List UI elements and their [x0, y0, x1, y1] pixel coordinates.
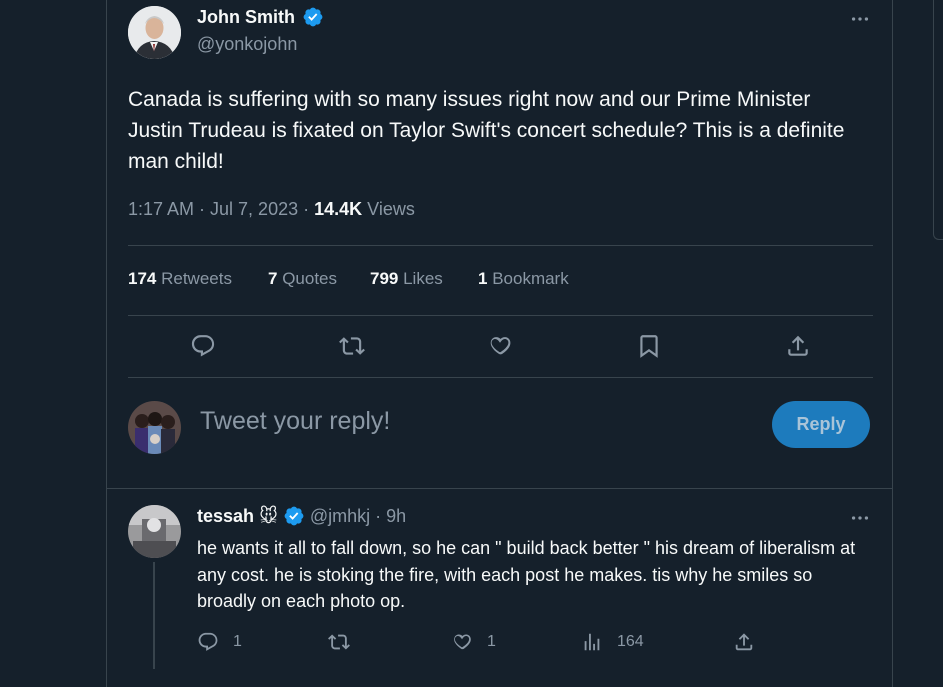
reply-author-handle[interactable]: @jmhkj: [310, 506, 370, 526]
bookmark-icon: [640, 335, 658, 358]
verified-icon: [303, 7, 323, 27]
retweet-icon: [339, 337, 365, 355]
share-icon: [788, 335, 808, 356]
bookmark-button[interactable]: [633, 330, 665, 362]
share-button[interactable]: [782, 330, 814, 362]
scrollbar[interactable]: [933, 0, 943, 240]
more-icon: [851, 516, 869, 520]
reply-views-count: 164: [617, 633, 644, 650]
reply-input[interactable]: Tweet your reply!: [200, 407, 390, 436]
tweet-meta: 1:17 AM · Jul 7, 2023 · 14.4K Views: [128, 199, 415, 220]
reply-replies-count: 1: [233, 633, 242, 650]
more-options-button[interactable]: [844, 3, 876, 35]
views-label: Views: [362, 199, 415, 219]
retweets-count: 174: [128, 269, 157, 288]
reply-like-button[interactable]: 1: [451, 628, 496, 656]
likes-stat[interactable]: 799 Likes: [370, 269, 443, 289]
divider: [128, 377, 873, 378]
author-handle[interactable]: @yonkojohn: [197, 34, 297, 55]
divider: [128, 245, 873, 246]
reply-author-name[interactable]: tessah: [197, 506, 254, 526]
retweets-stat[interactable]: 174 Retweets: [128, 269, 232, 289]
bookmarks-stat[interactable]: 1 Bookmark: [478, 269, 569, 289]
views-icon: [584, 633, 600, 651]
retweet-icon: [328, 634, 350, 650]
reply-time[interactable]: 9h: [386, 506, 406, 526]
author-name-text[interactable]: John Smith: [197, 7, 295, 27]
views-count: 14.4K: [314, 199, 363, 219]
reply-text: he wants it all to fall down, so he can …: [197, 538, 856, 611]
reply-share-button[interactable]: [733, 628, 755, 656]
author-name[interactable]: John Smith: [197, 7, 324, 28]
divider: [128, 315, 873, 316]
likes-label: Likes: [398, 269, 443, 288]
reply-retweet-button[interactable]: [328, 628, 350, 656]
tweet-text: Canada is suffering with so many issues …: [128, 88, 845, 173]
reply-submit-button[interactable]: Reply: [772, 401, 870, 448]
likes-count: 799: [370, 269, 399, 288]
reply-header: tessah 🐭 @jmhkj · 9h: [197, 506, 406, 527]
user-avatar[interactable]: [128, 401, 181, 454]
reply-icon: [198, 632, 218, 651]
thread-line: [153, 562, 155, 669]
more-icon: [851, 17, 869, 21]
reply-icon: [191, 335, 215, 357]
reply-views-button[interactable]: 164: [581, 628, 644, 656]
divider: [106, 488, 893, 489]
verified-icon: [284, 506, 304, 526]
bookmarks-label: Bookmark: [487, 269, 569, 288]
tweet-time[interactable]: 1:17 AM · Jul 7, 2023 ·: [128, 199, 314, 219]
like-icon: [454, 634, 471, 650]
reply-separator: ·: [370, 506, 387, 526]
quotes-stat[interactable]: 7 Quotes: [268, 269, 337, 289]
author-avatar[interactable]: [128, 6, 181, 59]
reply-author-emoji: 🐭: [259, 506, 278, 526]
reply-likes-count: 1: [487, 633, 496, 650]
retweets-label: Retweets: [156, 269, 232, 288]
reply-more-options-button[interactable]: [844, 502, 876, 534]
like-icon: [490, 337, 511, 355]
reply-author-avatar[interactable]: [128, 505, 181, 558]
retweet-button[interactable]: [336, 330, 368, 362]
share-icon: [735, 633, 753, 651]
reply-reply-button[interactable]: 1: [197, 628, 242, 656]
like-button[interactable]: [484, 330, 516, 362]
reply-button[interactable]: [187, 330, 219, 362]
quotes-label: Quotes: [277, 269, 338, 288]
